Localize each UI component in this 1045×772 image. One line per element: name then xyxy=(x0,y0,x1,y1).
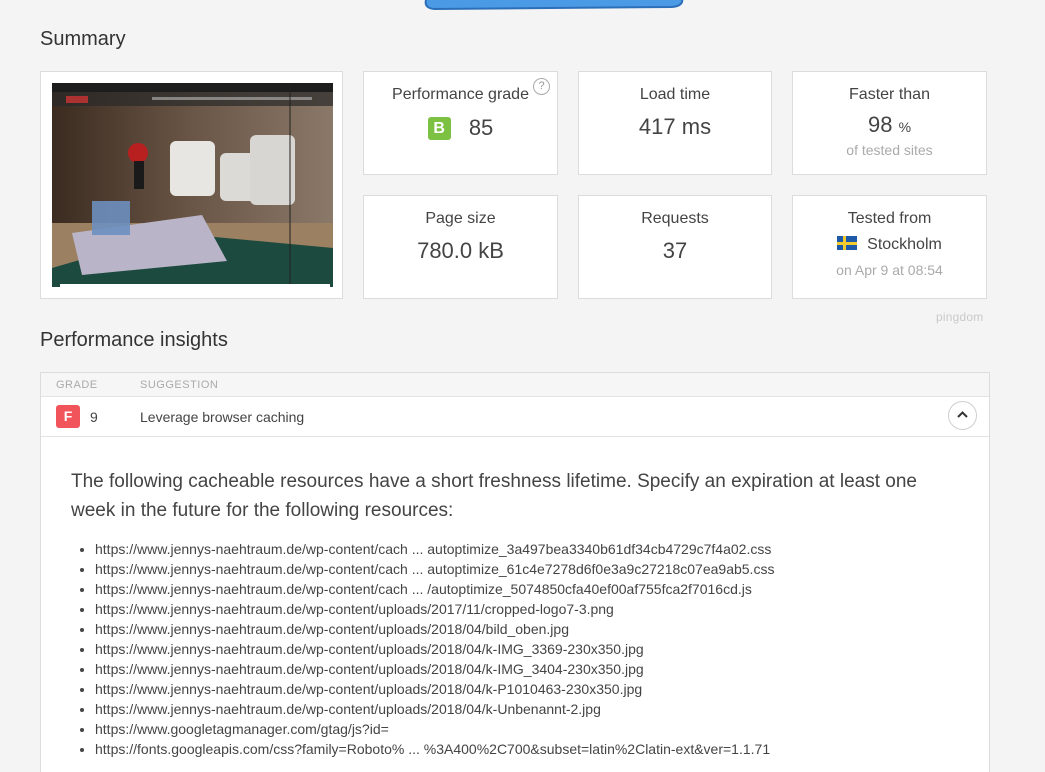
grade-column-header: GRADE xyxy=(56,379,98,391)
insights-table: GRADE SUGGESTION F 9 Leverage browser ca… xyxy=(40,372,990,772)
requests-card: Requests 37 xyxy=(578,195,772,299)
performance-score: 85 xyxy=(468,115,494,141)
resource-item: https://www.googletagmanager.com/gtag/js… xyxy=(95,719,959,739)
pingdom-logo: pingdom xyxy=(936,310,984,324)
resource-item: https://www.jennys-naehtraum.de/wp-conte… xyxy=(95,539,959,559)
insight-score: 9 xyxy=(90,409,98,425)
page-screenshot xyxy=(52,83,333,287)
performance-grade-label: Performance grade xyxy=(392,86,529,103)
faster-than-unit: % xyxy=(898,119,912,135)
page: Summary ? Performance grade B 85 Load ti… xyxy=(0,0,1045,772)
resource-item: https://www.jennys-naehtraum.de/wp-conte… xyxy=(95,579,959,599)
collapse-button[interactable] xyxy=(948,401,977,430)
chevron-up-icon xyxy=(957,411,968,418)
page-size-label: Page size xyxy=(425,210,496,227)
insight-detail: The following cacheable resources have a… xyxy=(41,437,989,759)
tested-from-card: Tested from Stockholm on Apr 9 at 08:54 xyxy=(792,195,987,299)
load-time-label: Load time xyxy=(639,86,711,103)
insight-suggestion: Leverage browser caching xyxy=(140,409,305,425)
tested-from-location: Stockholm xyxy=(867,236,942,253)
insights-title: Performance insights xyxy=(40,329,228,351)
resource-item: https://www.jennys-naehtraum.de/wp-conte… xyxy=(95,639,959,659)
suggestion-column-header: SUGGESTION xyxy=(140,379,219,391)
resource-item: https://www.jennys-naehtraum.de/wp-conte… xyxy=(95,699,959,719)
grade-badge: B xyxy=(427,116,451,140)
requests-label: Requests xyxy=(641,210,709,227)
resource-list: https://www.jennys-naehtraum.de/wp-conte… xyxy=(71,539,959,759)
resource-item: https://www.jennys-naehtraum.de/wp-conte… xyxy=(95,559,959,579)
sweden-flag-icon xyxy=(837,236,858,250)
requests-value: 37 xyxy=(662,238,688,263)
load-time-value: 417 ms xyxy=(638,114,712,139)
page-screenshot-card xyxy=(40,71,343,299)
tested-from-label: Tested from xyxy=(847,210,932,227)
screenshot-image xyxy=(52,83,333,287)
help-icon[interactable]: ? xyxy=(533,78,550,95)
faster-than-sub: of tested sites xyxy=(846,142,933,158)
faster-than-card: Faster than 98 % of tested sites xyxy=(792,71,987,175)
faster-than-value-wrap: 98 % xyxy=(793,112,986,138)
faster-than-label: Faster than xyxy=(849,86,930,103)
insights-table-header: GRADE SUGGESTION xyxy=(41,373,989,397)
top-decoration xyxy=(424,0,684,11)
page-size-card: Page size 780.0 kB xyxy=(363,195,558,299)
faster-than-value: 98 xyxy=(867,112,893,137)
insight-detail-text: The following cacheable resources have a… xyxy=(71,471,917,521)
performance-grade-card: ? Performance grade B 85 xyxy=(363,71,558,175)
insight-row[interactable]: F 9 Leverage browser caching xyxy=(41,397,989,437)
performance-grade-value: B 85 xyxy=(364,114,557,141)
tested-from-location-wrap: Stockholm xyxy=(793,236,986,254)
resource-item: https://www.jennys-naehtraum.de/wp-conte… xyxy=(95,659,959,679)
load-time-card: Load time 417 ms xyxy=(578,71,772,175)
resource-item: https://www.jennys-naehtraum.de/wp-conte… xyxy=(95,599,959,619)
page-size-value: 780.0 kB xyxy=(417,238,504,263)
insight-grade-badge: F xyxy=(56,405,80,428)
tested-from-date: on Apr 9 at 08:54 xyxy=(836,262,943,278)
resource-item: https://fonts.googleapis.com/css?family=… xyxy=(95,739,959,759)
summary-title: Summary xyxy=(40,28,126,50)
resource-item: https://www.jennys-naehtraum.de/wp-conte… xyxy=(95,679,959,699)
resource-item: https://www.jennys-naehtraum.de/wp-conte… xyxy=(95,619,959,639)
